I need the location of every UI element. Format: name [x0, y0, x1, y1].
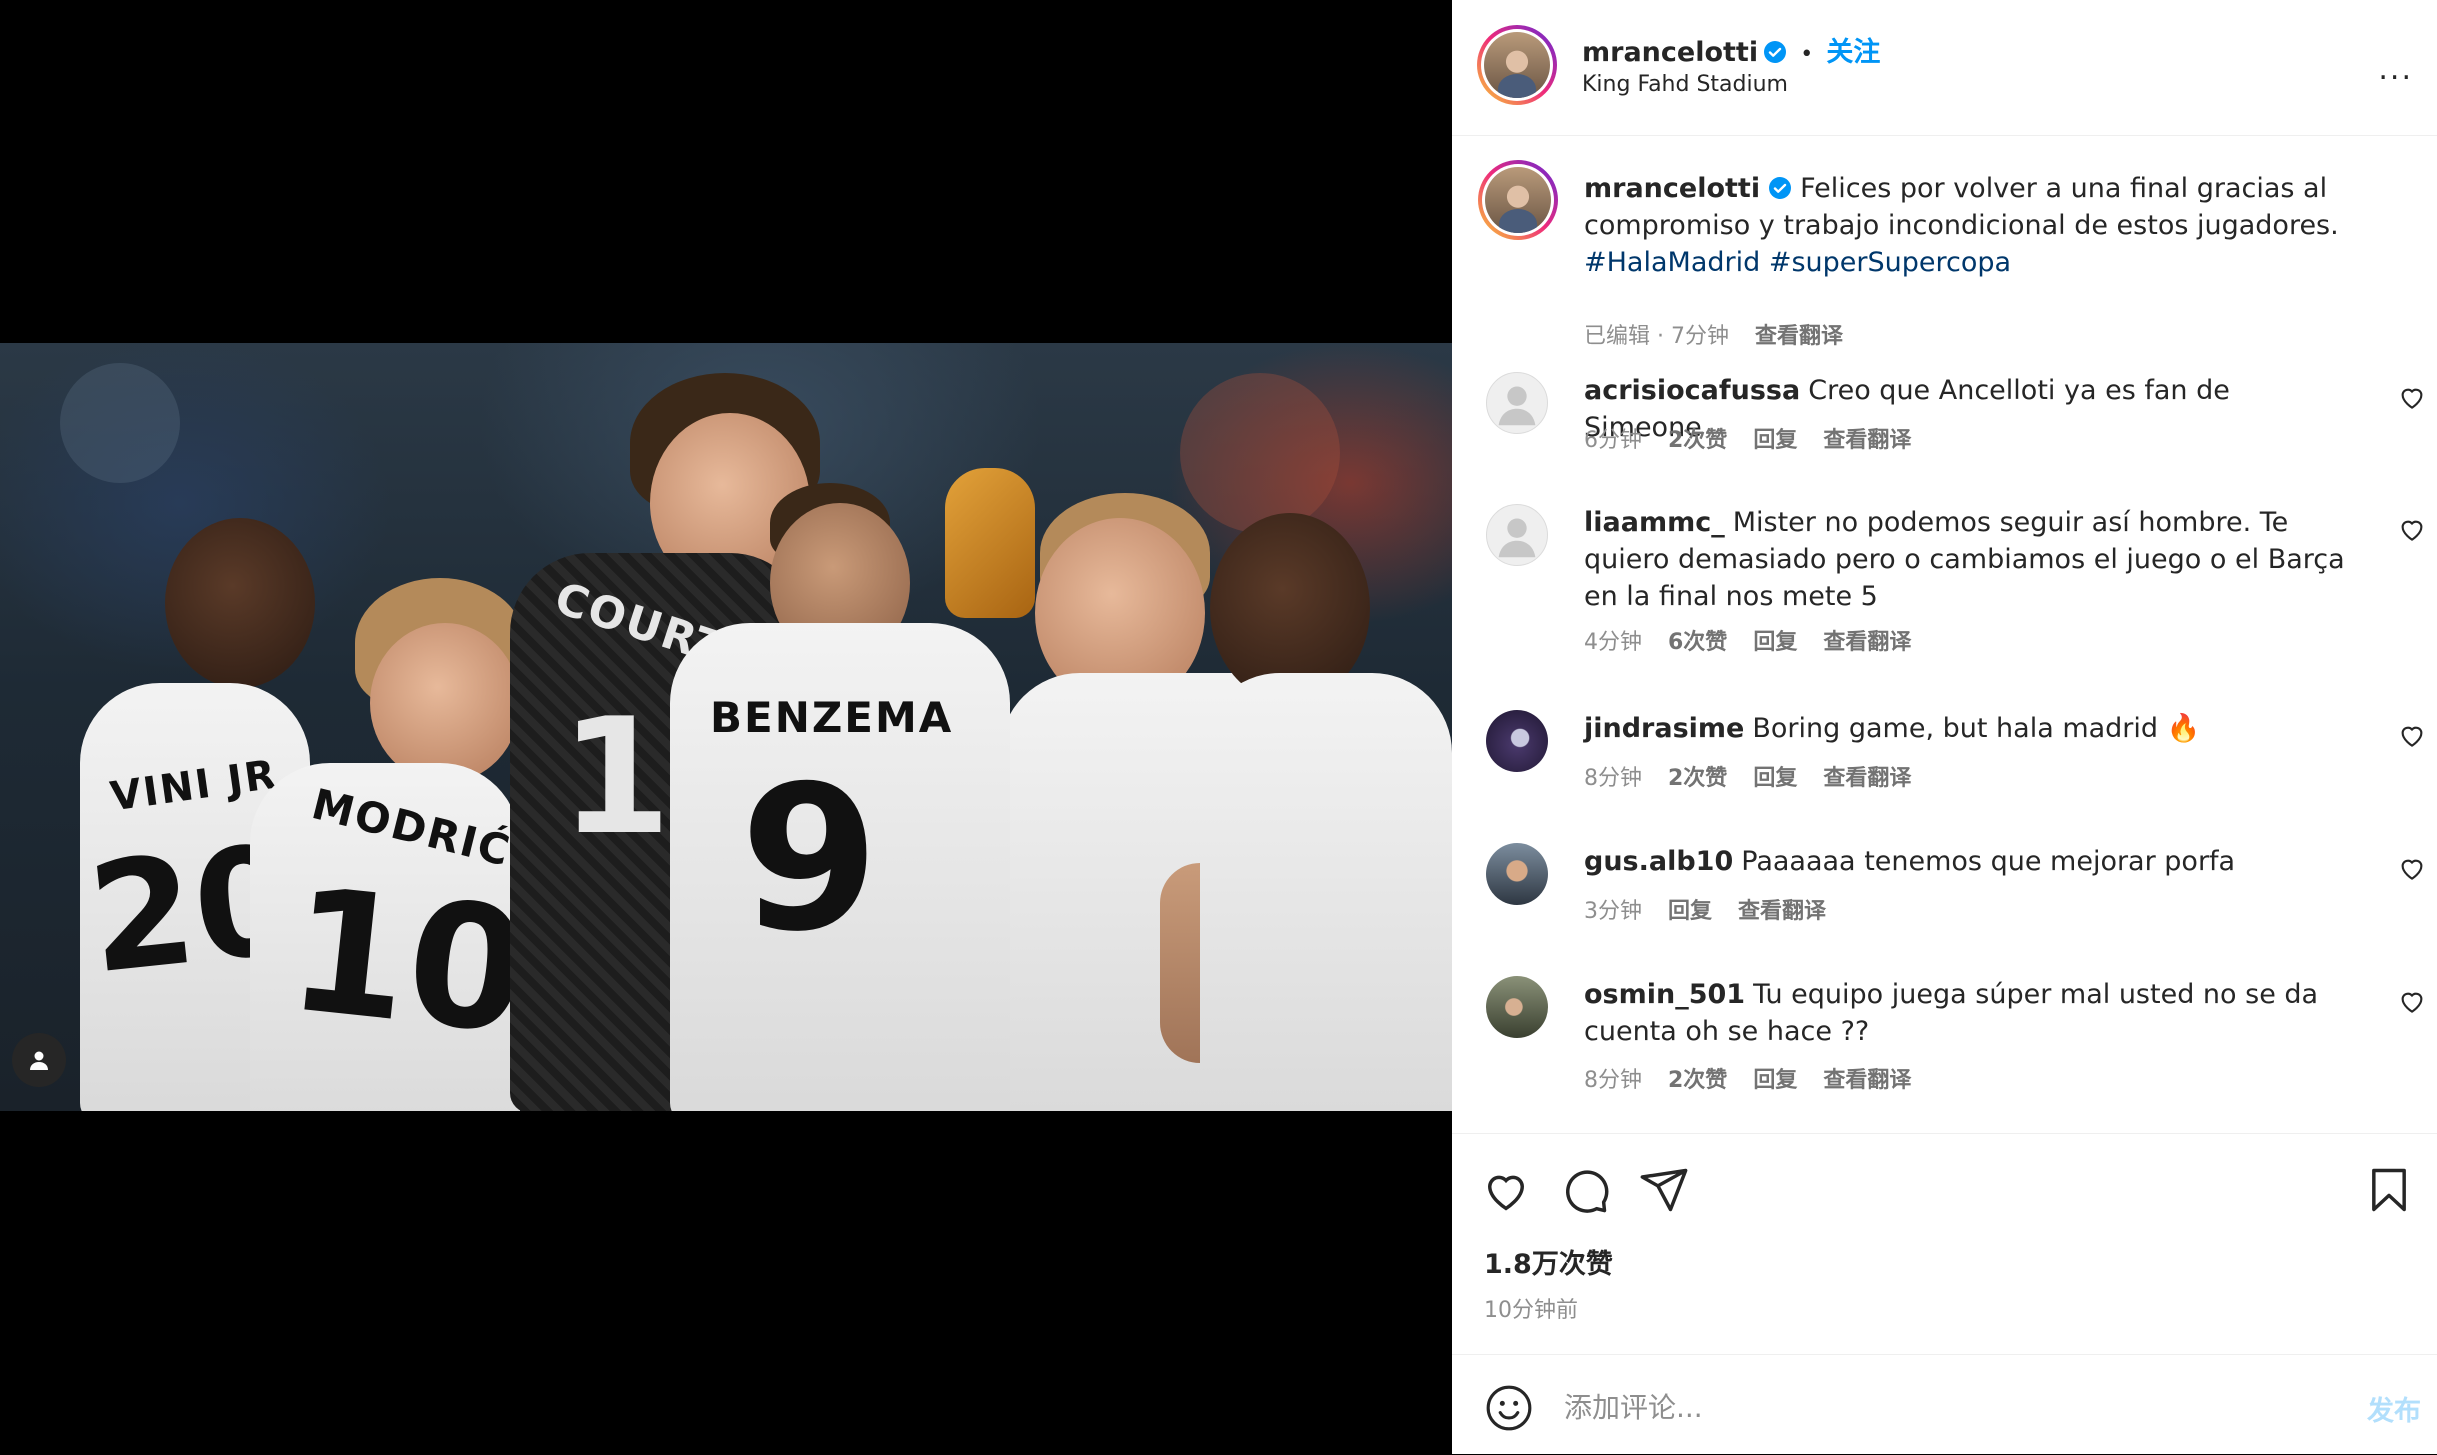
caption-author-avatar[interactable]	[1478, 160, 1558, 240]
commenter-username[interactable]: liaammc_	[1584, 507, 1725, 538]
comment-body: Boring game, but hala madrid 🔥	[1752, 713, 2201, 744]
verified-badge-icon	[1764, 41, 1787, 63]
post-location[interactable]: King Fahd Stadium	[1582, 72, 1788, 97]
hashtag-link[interactable]: #HalaMadrid	[1584, 247, 1760, 278]
author-username[interactable]: mrancelotti	[1582, 37, 1758, 68]
commenter-avatar[interactable]	[1486, 504, 1548, 566]
post-actions: 1.8万次赞 10分钟前	[1452, 1133, 2437, 1354]
verified-badge-icon	[1769, 177, 1792, 199]
commenter-username[interactable]: jindrasime	[1584, 713, 1744, 744]
comment-time: 3分钟	[1584, 899, 1642, 924]
comment-likes-link[interactable]: 2次赞	[1668, 1068, 1727, 1093]
caption-username[interactable]: mrancelotti	[1584, 173, 1760, 204]
post-side-panel: mrancelotti • 关注 King Fahd Stadium ... m…	[1452, 0, 2437, 1454]
commenter-username[interactable]: gus.alb10	[1584, 846, 1733, 877]
author-avatar-image	[1484, 32, 1550, 98]
player-shirt: BENZEMA 9	[670, 623, 1010, 1111]
comment-time: 6分钟	[1584, 428, 1642, 453]
comment-icon[interactable]	[1559, 1164, 1611, 1216]
see-translation-link[interactable]: 查看翻译	[1738, 899, 1826, 924]
heart-icon[interactable]	[2397, 720, 2427, 750]
commenter-avatar[interactable]	[1486, 710, 1548, 772]
goalkeeper-glove	[945, 468, 1035, 618]
heart-icon[interactable]	[2397, 514, 2427, 544]
header-author-line: mrancelotti • 关注	[1582, 30, 1880, 69]
user-tag-icon	[30, 1051, 48, 1070]
post-time: 10分钟前	[1484, 1298, 1578, 1323]
follow-button[interactable]: 关注	[1826, 37, 1880, 68]
player-shirt	[1200, 673, 1452, 1111]
comment-text: liaammc_ Mister no podemos seguir así hom…	[1584, 504, 2354, 615]
reply-link[interactable]: 回复	[1753, 428, 1797, 453]
commenter-username[interactable]: osmin_501	[1584, 979, 1745, 1010]
comment-meta: 3分钟 回复 查看翻译	[1584, 893, 1852, 925]
user-tag-button[interactable]	[12, 1033, 66, 1087]
comment-composer: 发布	[1452, 1354, 2437, 1455]
comment-body: Paaaaaa tenemos que mejorar porfa	[1741, 846, 2236, 877]
hashtag-link[interactable]: #superSupercopa	[1769, 247, 2011, 278]
heart-icon[interactable]	[2397, 853, 2427, 883]
commenter-avatar[interactable]	[1486, 843, 1548, 905]
heart-icon[interactable]	[2397, 382, 2427, 412]
player-head	[370, 623, 520, 783]
emoji-icon[interactable]	[1484, 1383, 1534, 1433]
like-count[interactable]: 1.8万次赞	[1484, 1242, 1613, 1281]
comment-meta: 4分钟 6次赞 回复 查看翻译	[1584, 624, 1937, 656]
post-media-area: VINI JR 20 MODRIĆ 10 COURTOIS 1 BENZEMA …	[0, 0, 1452, 1454]
heart-icon[interactable]	[1480, 1164, 1532, 1216]
caption-text: mrancelotti Felices por volver a una fina…	[1584, 170, 2354, 281]
player-head	[165, 518, 315, 688]
reply-link[interactable]: 回复	[1753, 766, 1797, 791]
comments-list: mrancelotti Felices por volver a una fina…	[1452, 136, 2437, 1133]
post-comment-button[interactable]: 发布	[2367, 1389, 2421, 1428]
comment-meta: 8分钟 2次赞 回复 查看翻译	[1584, 1062, 1937, 1094]
commenter-avatar[interactable]	[1486, 976, 1548, 1038]
bookmark-icon[interactable]	[2363, 1164, 2415, 1216]
see-translation-link[interactable]: 查看翻译	[1823, 1068, 1911, 1093]
commenter-username[interactable]: acrisiocafussa	[1584, 375, 1800, 406]
comment-likes-link[interactable]: 2次赞	[1668, 428, 1727, 453]
more-options-icon[interactable]: ...	[2378, 52, 2413, 87]
comment-likes-link[interactable]: 6次赞	[1668, 630, 1727, 655]
comment-time: 4分钟	[1584, 630, 1642, 655]
photo-bokeh	[1180, 373, 1340, 533]
see-translation-link[interactable]: 查看翻译	[1823, 630, 1911, 655]
see-translation-link[interactable]: 查看翻译	[1823, 766, 1911, 791]
post-photo[interactable]: VINI JR 20 MODRIĆ 10 COURTOIS 1 BENZEMA …	[0, 343, 1452, 1111]
comment-text: jindrasime Boring game, but hala madrid 🔥	[1584, 710, 2354, 747]
author-avatar[interactable]	[1477, 25, 1557, 105]
caption-meta: 已编辑 · 7分钟 查看翻译	[1584, 318, 1869, 350]
comment-text: gus.alb10 Paaaaaa tenemos que mejorar por…	[1584, 843, 2354, 880]
caption-edited-time: 已编辑 · 7分钟	[1584, 324, 1729, 349]
comment-text: osmin_501 Tu equipo juega súper mal usted…	[1584, 976, 2354, 1050]
reply-link[interactable]: 回复	[1753, 1068, 1797, 1093]
default-avatar-icon	[1498, 518, 1536, 558]
see-translation-link[interactable]: 查看翻译	[1755, 324, 1843, 349]
caption-author-avatar-image	[1485, 167, 1551, 233]
reply-link[interactable]: 回复	[1668, 899, 1712, 924]
comment-meta: 6分钟 2次赞 回复 查看翻译	[1584, 422, 1937, 454]
comment-meta: 8分钟 2次赞 回复 查看翻译	[1584, 760, 1937, 792]
comment-input[interactable]	[1562, 1381, 2266, 1433]
photo-bokeh	[60, 363, 180, 483]
reply-link[interactable]: 回复	[1753, 630, 1797, 655]
comment-time: 8分钟	[1584, 766, 1642, 791]
comment-time: 8分钟	[1584, 1068, 1642, 1093]
heart-icon[interactable]	[2397, 986, 2427, 1016]
instagram-post-view: VINI JR 20 MODRIĆ 10 COURTOIS 1 BENZEMA …	[0, 0, 2437, 1454]
default-avatar-icon	[1498, 386, 1536, 426]
post-header: mrancelotti • 关注 King Fahd Stadium ...	[1452, 0, 2437, 136]
player-shirt: MODRIĆ 10	[250, 763, 536, 1111]
separator-dot: •	[1800, 42, 1814, 67]
share-icon[interactable]	[1638, 1164, 1690, 1216]
commenter-avatar[interactable]	[1486, 372, 1548, 434]
comment-likes-link[interactable]: 2次赞	[1668, 766, 1727, 791]
see-translation-link[interactable]: 查看翻译	[1823, 428, 1911, 453]
